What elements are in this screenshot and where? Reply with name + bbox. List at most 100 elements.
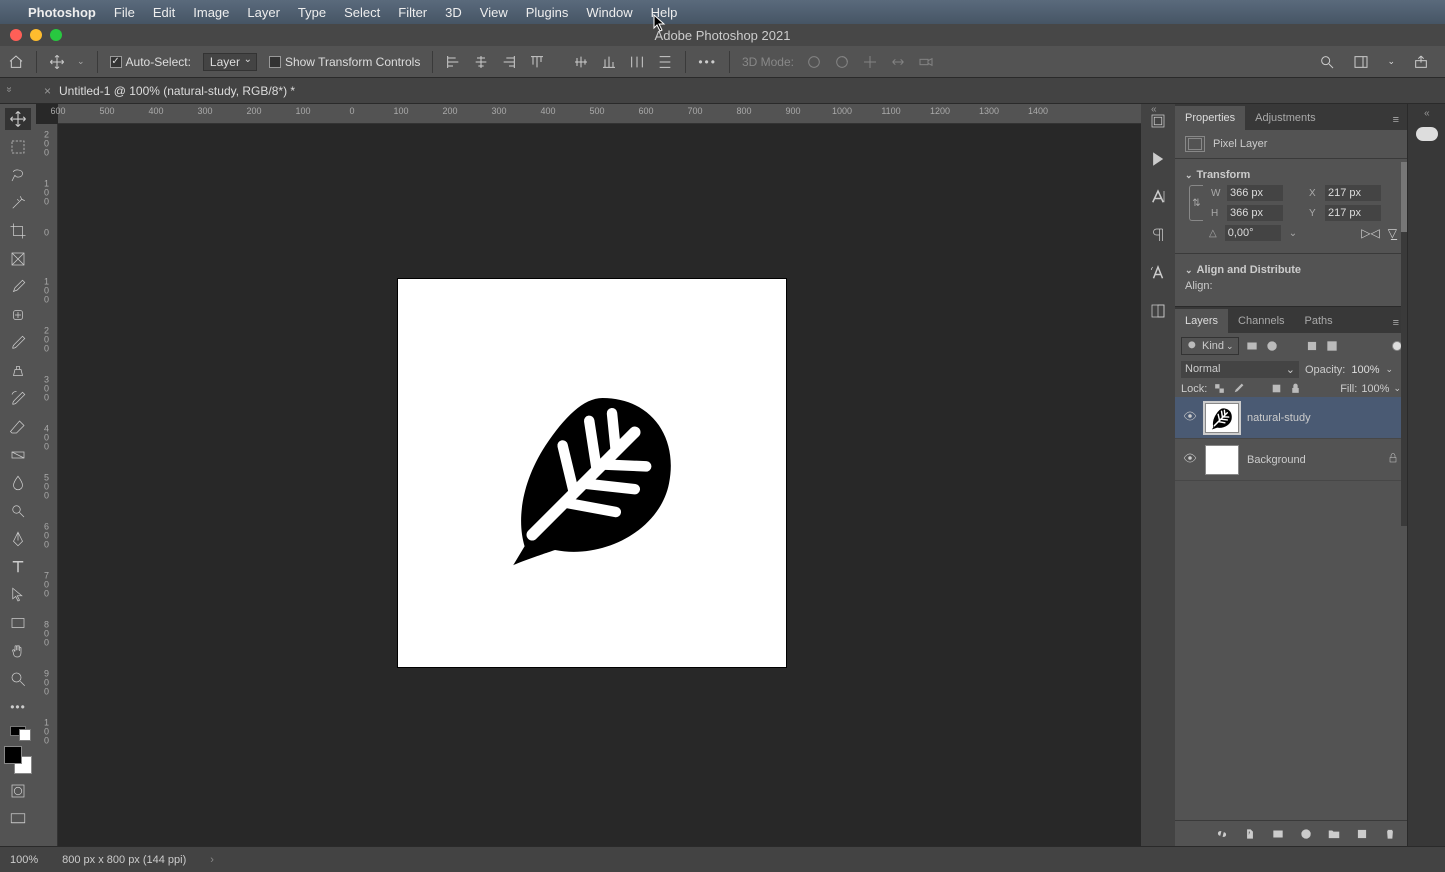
clone-stamp-tool[interactable] <box>5 360 31 382</box>
properties-tab[interactable]: Properties <box>1175 106 1245 130</box>
flip-vertical-icon[interactable]: ▽̲ <box>1388 226 1397 240</box>
layer-thumbnail[interactable] <box>1205 445 1239 475</box>
lock-position-icon[interactable] <box>1251 382 1264 395</box>
new-layer-icon[interactable] <box>1355 827 1369 841</box>
filter-pixel-icon[interactable] <box>1245 339 1259 353</box>
document-tab[interactable]: × Untitled-1 @ 100% (natural-study, RGB/… <box>44 84 295 98</box>
filter-smart-icon[interactable] <box>1325 339 1339 353</box>
link-layers-icon[interactable] <box>1215 827 1229 841</box>
move-tool-icon[interactable] <box>49 54 65 70</box>
filter-toggle-switch[interactable] <box>1393 342 1401 350</box>
filter-adjust-icon[interactable] <box>1265 339 1279 353</box>
share-icon[interactable] <box>1413 54 1429 70</box>
fill-dropdown-icon[interactable]: ⌄ <box>1393 383 1401 395</box>
history-brush-tool[interactable] <box>5 388 31 410</box>
transform-section-header[interactable]: ⌄ Transform <box>1185 165 1397 185</box>
layer-visibility-icon[interactable] <box>1183 451 1197 468</box>
x-input[interactable] <box>1325 185 1381 201</box>
align-right-edges-icon[interactable] <box>501 54 517 70</box>
filter-shape-icon[interactable] <box>1305 339 1319 353</box>
fill-value[interactable]: 100% <box>1361 383 1389 395</box>
libraries-panel-icon[interactable] <box>1149 302 1167 320</box>
layers-tab[interactable]: Layers <box>1175 309 1228 333</box>
artboard[interactable] <box>398 279 786 667</box>
frame-tool[interactable] <box>5 248 31 270</box>
move-tool[interactable] <box>5 108 31 130</box>
eraser-tool[interactable] <box>5 416 31 438</box>
close-document-icon[interactable]: × <box>44 84 51 98</box>
hand-tool[interactable] <box>5 640 31 662</box>
layer-row-background[interactable]: Background <box>1175 439 1407 481</box>
lasso-tool[interactable] <box>5 164 31 186</box>
window-maximize-button[interactable] <box>50 29 62 41</box>
channels-tab[interactable]: Channels <box>1228 309 1294 333</box>
more-options-icon[interactable]: ••• <box>698 55 717 69</box>
glyphs-panel-icon[interactable] <box>1149 264 1167 282</box>
opacity-value[interactable]: 100% <box>1351 364 1379 376</box>
pen-tool[interactable] <box>5 528 31 550</box>
properties-panel-menu-icon[interactable]: ≡ <box>1385 110 1407 130</box>
adjustments-tab[interactable]: Adjustments <box>1245 106 1326 130</box>
rectangle-tool[interactable] <box>5 612 31 634</box>
healing-brush-tool[interactable] <box>5 304 31 326</box>
character-panel-icon[interactable] <box>1149 188 1167 206</box>
auto-select-target-dropdown[interactable]: Layer <box>203 53 257 71</box>
workspace-switcher-icon[interactable] <box>1353 54 1369 70</box>
edit-toolbar-icon[interactable]: ••• <box>5 696 31 718</box>
lock-artboard-icon[interactable] <box>1270 382 1283 395</box>
color-swatches[interactable] <box>4 746 32 774</box>
blend-mode-dropdown[interactable]: Normal⌄ <box>1181 361 1299 378</box>
dodge-tool[interactable] <box>5 500 31 522</box>
auto-select-checkbox[interactable]: Auto-Select: <box>110 55 191 69</box>
document-info[interactable]: 800 px x 800 px (144 ppi) <box>62 854 186 866</box>
opacity-dropdown-icon[interactable]: ⌄ <box>1386 364 1394 375</box>
layer-name[interactable]: natural-study <box>1247 412 1311 424</box>
workspace-dropdown-icon[interactable]: ⌄ <box>1387 56 1395 67</box>
canvas-viewport[interactable] <box>58 124 1141 846</box>
menu-file[interactable]: File <box>114 5 135 20</box>
collapse-panels-icon[interactable]: « <box>1151 104 1157 115</box>
lock-transparency-icon[interactable] <box>1213 382 1226 395</box>
home-icon[interactable] <box>8 54 24 70</box>
collapse-panels-left-icon[interactable]: » <box>3 87 14 93</box>
app-name[interactable]: Photoshop <box>28 5 96 20</box>
menu-plugins[interactable]: Plugins <box>526 5 569 20</box>
align-top-edges-icon[interactable] <box>529 54 545 70</box>
rotation-dropdown-icon[interactable]: ⌄ <box>1289 228 1297 239</box>
filter-type-icon[interactable] <box>1285 339 1299 353</box>
screen-mode-tool[interactable] <box>5 808 31 830</box>
lock-pixels-icon[interactable] <box>1232 382 1245 395</box>
layer-thumbnail[interactable] <box>1205 403 1239 433</box>
menu-layer[interactable]: Layer <box>247 5 280 20</box>
default-colors-icon[interactable] <box>10 726 26 736</box>
crop-tool[interactable] <box>5 220 31 242</box>
height-input[interactable] <box>1227 205 1283 221</box>
lock-all-icon[interactable] <box>1289 382 1302 395</box>
properties-scrollbar[interactable] <box>1401 162 1407 526</box>
menu-window[interactable]: Window <box>586 5 632 20</box>
distribute-horizontal-icon[interactable] <box>629 54 645 70</box>
delete-layer-icon[interactable] <box>1383 827 1397 841</box>
layer-visibility-icon[interactable] <box>1183 409 1197 426</box>
paragraph-panel-icon[interactable] <box>1149 226 1167 244</box>
menu-filter[interactable]: Filter <box>398 5 427 20</box>
menu-edit[interactable]: Edit <box>153 5 175 20</box>
search-icon[interactable] <box>1319 54 1335 70</box>
window-minimize-button[interactable] <box>30 29 42 41</box>
path-selection-tool[interactable] <box>5 584 31 606</box>
show-transform-checkbox[interactable]: Show Transform Controls <box>269 55 420 69</box>
rotation-input[interactable] <box>1225 225 1281 241</box>
menu-help[interactable]: Help <box>651 5 678 20</box>
layer-lock-icon[interactable] <box>1387 452 1399 467</box>
foreground-color-swatch[interactable] <box>4 746 22 764</box>
align-section-header[interactable]: ⌄ Align and Distribute <box>1185 260 1397 280</box>
paths-tab[interactable]: Paths <box>1295 309 1343 333</box>
marquee-tool[interactable] <box>5 136 31 158</box>
adjustment-layer-icon[interactable] <box>1299 827 1313 841</box>
layer-row-natural-study[interactable]: natural-study <box>1175 397 1407 439</box>
align-vertical-centers-icon[interactable] <box>573 54 589 70</box>
align-bottom-edges-icon[interactable] <box>601 54 617 70</box>
menu-type[interactable]: Type <box>298 5 326 20</box>
menu-image[interactable]: Image <box>193 5 229 20</box>
cloud-docs-icon[interactable] <box>1416 127 1438 141</box>
